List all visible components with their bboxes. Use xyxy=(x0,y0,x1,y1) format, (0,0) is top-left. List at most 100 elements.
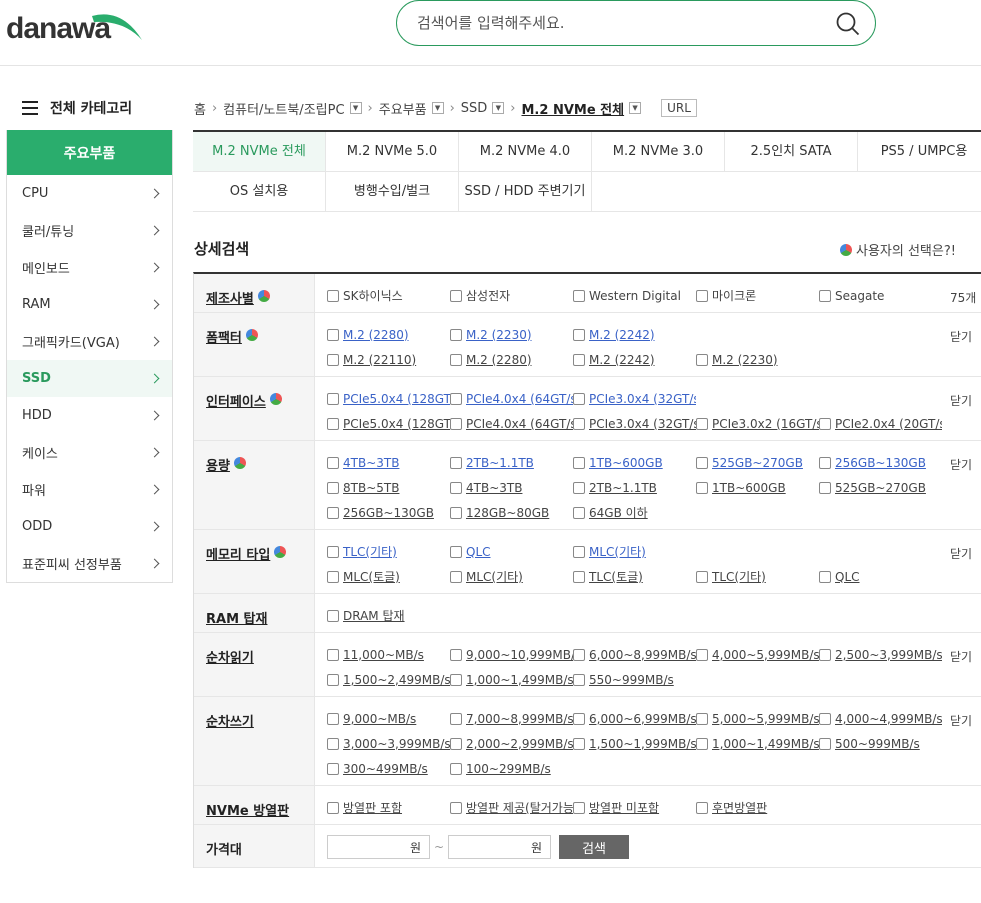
sidebar-item[interactable]: 메인보드 xyxy=(7,249,172,286)
row-extra-text[interactable]: 닫기 xyxy=(950,328,972,345)
checkbox[interactable] xyxy=(696,570,708,583)
sidebar-item[interactable]: 쿨러/튜닝 xyxy=(7,212,172,249)
filter-option[interactable]: 5,000~5,999MB/s xyxy=(696,706,819,731)
subcategory-tab[interactable]: SSD / HDD 주변기기 xyxy=(459,172,592,211)
checkbox[interactable] xyxy=(573,545,585,558)
checkbox[interactable] xyxy=(327,673,339,686)
filter-option[interactable]: 7,000~8,999MB/s xyxy=(450,706,573,731)
filter-option[interactable]: 8TB~5TB xyxy=(327,475,450,500)
checkbox[interactable] xyxy=(450,762,462,775)
checkbox[interactable] xyxy=(819,417,831,430)
filter-option[interactable]: 2,500~3,999MB/s xyxy=(819,642,942,667)
filter-option[interactable]: 방열판 포함 xyxy=(327,795,450,820)
checkbox[interactable] xyxy=(450,506,462,519)
checkbox[interactable] xyxy=(573,712,585,725)
checkbox[interactable] xyxy=(450,801,462,814)
chevron-down-icon[interactable]: ▼ xyxy=(629,102,642,114)
subcategory-tab[interactable]: 2.5인치 SATA xyxy=(725,132,858,171)
filter-option[interactable]: 4TB~3TB xyxy=(450,475,573,500)
checkbox[interactable] xyxy=(696,481,708,494)
spec-label-text[interactable]: 순차쓰기 xyxy=(206,711,254,730)
checkbox[interactable] xyxy=(327,609,339,622)
filter-option[interactable]: M.2 (22110) xyxy=(327,347,450,372)
filter-option[interactable]: PCIe3.0x2 (16GT/s) xyxy=(696,411,819,436)
checkbox[interactable] xyxy=(450,328,462,341)
filter-option[interactable]: PCIe5.0x4 (128GT/s) xyxy=(327,411,450,436)
checkbox[interactable] xyxy=(450,392,462,405)
sidebar-item[interactable]: 파워 xyxy=(7,471,172,508)
checkbox[interactable] xyxy=(573,417,585,430)
breadcrumb-computer[interactable]: 컴퓨터/노트북/조립PC xyxy=(223,99,344,118)
breadcrumb-parts[interactable]: 주요부품 xyxy=(379,99,427,118)
filter-option[interactable]: 1TB~600GB xyxy=(573,450,696,475)
filter-option[interactable]: MLC(기타) xyxy=(573,539,696,564)
checkbox[interactable] xyxy=(819,737,831,750)
row-extra-text[interactable]: 닫기 xyxy=(950,456,972,473)
checkbox[interactable] xyxy=(573,673,585,686)
filter-option[interactable]: 1,000~1,499MB/s xyxy=(450,667,573,692)
breadcrumb-ssd[interactable]: SSD xyxy=(461,101,488,116)
filter-option[interactable]: 2TB~1.1TB xyxy=(450,450,573,475)
subcategory-tab[interactable]: M.2 NVMe 5.0 xyxy=(326,132,459,171)
row-extra-text[interactable]: 닫기 xyxy=(950,648,972,665)
filter-option[interactable]: PCIe2.0x4 (20GT/s) xyxy=(819,411,942,436)
checkbox[interactable] xyxy=(450,648,462,661)
pie-chart-icon[interactable] xyxy=(233,457,246,469)
checkbox[interactable] xyxy=(327,289,339,302)
checkbox[interactable] xyxy=(573,570,585,583)
sidebar-title[interactable]: 주요부품 xyxy=(7,130,172,175)
checkbox[interactable] xyxy=(327,328,339,341)
sidebar-item[interactable]: 그래픽카드(VGA) xyxy=(7,323,172,360)
subcategory-tab[interactable]: M.2 NVMe 3.0 xyxy=(592,132,725,171)
row-extra-text[interactable]: 닫기 xyxy=(950,392,972,409)
filter-option[interactable]: DRAM 탑재 xyxy=(327,603,450,628)
filter-option[interactable]: 6,000~8,999MB/s xyxy=(573,642,696,667)
filter-option[interactable]: 4,000~5,999MB/s xyxy=(696,642,819,667)
filter-option[interactable]: QLC xyxy=(450,539,573,564)
sidebar-item[interactable]: ODD xyxy=(7,508,172,545)
pie-chart-icon[interactable] xyxy=(257,290,270,302)
checkbox[interactable] xyxy=(327,801,339,814)
checkbox[interactable] xyxy=(327,737,339,750)
filter-option[interactable]: 3,000~3,999MB/s xyxy=(327,731,450,756)
checkbox[interactable] xyxy=(327,392,339,405)
checkbox[interactable] xyxy=(696,417,708,430)
checkbox[interactable] xyxy=(696,712,708,725)
checkbox[interactable] xyxy=(327,506,339,519)
filter-option[interactable]: PCIe4.0x4 (64GT/s) xyxy=(450,386,573,411)
filter-option[interactable]: 525GB~270GB xyxy=(819,475,942,500)
filter-option[interactable]: MLC(기타) xyxy=(450,564,573,589)
filter-option[interactable]: M.2 (2280) xyxy=(327,322,450,347)
filter-option[interactable]: MLC(토글) xyxy=(327,564,450,589)
pie-chart-icon[interactable] xyxy=(274,546,287,558)
checkbox[interactable] xyxy=(327,570,339,583)
subcategory-tab[interactable]: OS 설치용 xyxy=(193,172,326,211)
max-price-input[interactable]: 원 xyxy=(448,835,552,859)
search-input[interactable] xyxy=(417,11,817,35)
filter-option[interactable]: 1TB~600GB xyxy=(696,475,819,500)
checkbox[interactable] xyxy=(450,673,462,686)
filter-option[interactable]: 500~999MB/s xyxy=(819,731,942,756)
filter-option[interactable]: Seagate xyxy=(819,283,942,308)
filter-option[interactable]: 9,000~10,999MB/s xyxy=(450,642,573,667)
min-price-input[interactable]: 원 xyxy=(327,835,430,859)
filter-option[interactable]: M.2 (2242) xyxy=(573,322,696,347)
checkbox[interactable] xyxy=(450,456,462,469)
filter-option[interactable]: 300~499MB/s xyxy=(327,756,450,781)
checkbox[interactable] xyxy=(696,456,708,469)
checkbox[interactable] xyxy=(327,353,339,366)
checkbox[interactable] xyxy=(450,737,462,750)
pie-chart-icon[interactable] xyxy=(245,329,258,341)
filter-option[interactable]: 1,500~2,499MB/s xyxy=(327,667,450,692)
filter-option[interactable]: 1,500~1,999MB/s xyxy=(573,731,696,756)
checkbox[interactable] xyxy=(819,481,831,494)
danawa-logo[interactable]: danawa xyxy=(6,6,146,46)
filter-option[interactable]: M.2 (2280) xyxy=(450,347,573,372)
sidebar-item[interactable]: RAM xyxy=(7,286,172,323)
checkbox[interactable] xyxy=(573,328,585,341)
checkbox[interactable] xyxy=(573,481,585,494)
checkbox[interactable] xyxy=(573,648,585,661)
checkbox[interactable] xyxy=(573,801,585,814)
spec-label-text[interactable]: 용량 xyxy=(206,455,230,474)
filter-option[interactable]: 525GB~270GB xyxy=(696,450,819,475)
